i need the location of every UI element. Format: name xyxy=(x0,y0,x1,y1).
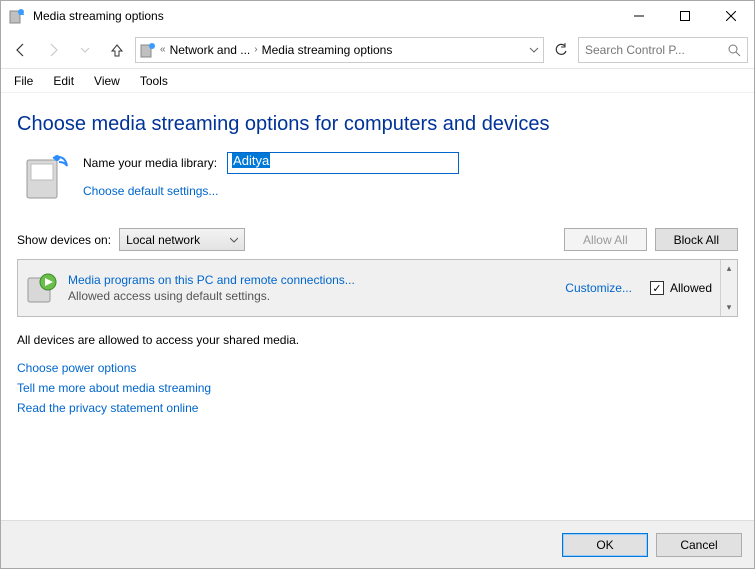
refresh-button[interactable] xyxy=(548,37,574,63)
power-options-link[interactable]: Choose power options xyxy=(17,361,738,375)
footer-bar: OK Cancel xyxy=(1,520,754,568)
customize-link[interactable]: Customize... xyxy=(565,281,632,295)
back-button[interactable] xyxy=(7,36,35,64)
menu-bar: File Edit View Tools xyxy=(1,69,754,93)
status-text: All devices are allowed to access your s… xyxy=(17,333,738,347)
app-icon xyxy=(9,8,25,24)
menu-edit[interactable]: Edit xyxy=(44,72,83,90)
show-devices-value: Local network xyxy=(126,233,200,247)
page-heading: Choose media streaming options for compu… xyxy=(17,113,738,136)
title-bar: Media streaming options xyxy=(1,1,754,31)
media-library-icon xyxy=(23,152,71,200)
device-subtext: Allowed access using default settings. xyxy=(68,289,555,303)
search-input[interactable]: Search Control P... xyxy=(578,37,748,63)
breadcrumb-item[interactable]: Media streaming options xyxy=(262,43,393,57)
forward-button[interactable] xyxy=(39,36,67,64)
search-icon xyxy=(727,43,741,57)
privacy-link[interactable]: Read the privacy statement online xyxy=(17,401,738,415)
search-placeholder: Search Control P... xyxy=(585,43,727,57)
show-devices-label: Show devices on: xyxy=(17,233,111,247)
library-name-value: Aditya xyxy=(232,153,270,168)
block-all-button[interactable]: Block All xyxy=(655,228,738,251)
recent-dropdown[interactable] xyxy=(71,36,99,64)
device-list: Media programs on this PC and remote con… xyxy=(17,259,738,317)
library-name-input[interactable]: Aditya xyxy=(227,152,459,174)
chevron-down-icon xyxy=(230,236,238,244)
scroll-down-icon[interactable]: ▾ xyxy=(721,299,737,316)
nav-toolbar: « Network and ... › Media streaming opti… xyxy=(1,31,754,69)
close-button[interactable] xyxy=(708,1,754,31)
maximize-button[interactable] xyxy=(662,1,708,31)
window-title: Media streaming options xyxy=(33,9,616,23)
device-title-link[interactable]: Media programs on this PC and remote con… xyxy=(68,273,555,287)
up-button[interactable] xyxy=(103,36,131,64)
menu-tools[interactable]: Tools xyxy=(131,72,177,90)
menu-file[interactable]: File xyxy=(5,72,42,90)
ok-button[interactable]: OK xyxy=(562,533,648,557)
breadcrumb-item[interactable]: Network and ... xyxy=(170,43,251,57)
device-icon xyxy=(26,272,58,304)
breadcrumb-bar[interactable]: « Network and ... › Media streaming opti… xyxy=(135,37,544,63)
minimize-button[interactable] xyxy=(616,1,662,31)
breadcrumb-chevron-icon: « xyxy=(160,44,166,55)
breadcrumb-dropdown[interactable] xyxy=(529,45,539,55)
allowed-checkbox[interactable]: ✓ xyxy=(650,281,664,295)
choose-default-settings-link[interactable]: Choose default settings... xyxy=(83,184,459,198)
control-panel-icon xyxy=(140,42,156,58)
library-name-label: Name your media library: xyxy=(83,156,217,170)
window-frame: Media streaming options « Network and ..… xyxy=(0,0,755,569)
cancel-button[interactable]: Cancel xyxy=(656,533,742,557)
scrollbar[interactable]: ▴ ▾ xyxy=(720,260,737,316)
allow-all-button[interactable]: Allow All xyxy=(564,228,647,251)
menu-view[interactable]: View xyxy=(85,72,129,90)
more-info-link[interactable]: Tell me more about media streaming xyxy=(17,381,738,395)
chevron-right-icon: › xyxy=(254,44,257,55)
scroll-up-icon[interactable]: ▴ xyxy=(721,260,737,277)
allowed-label: Allowed xyxy=(670,281,712,295)
show-devices-select[interactable]: Local network xyxy=(119,228,245,251)
content-area: Choose media streaming options for compu… xyxy=(1,93,754,520)
